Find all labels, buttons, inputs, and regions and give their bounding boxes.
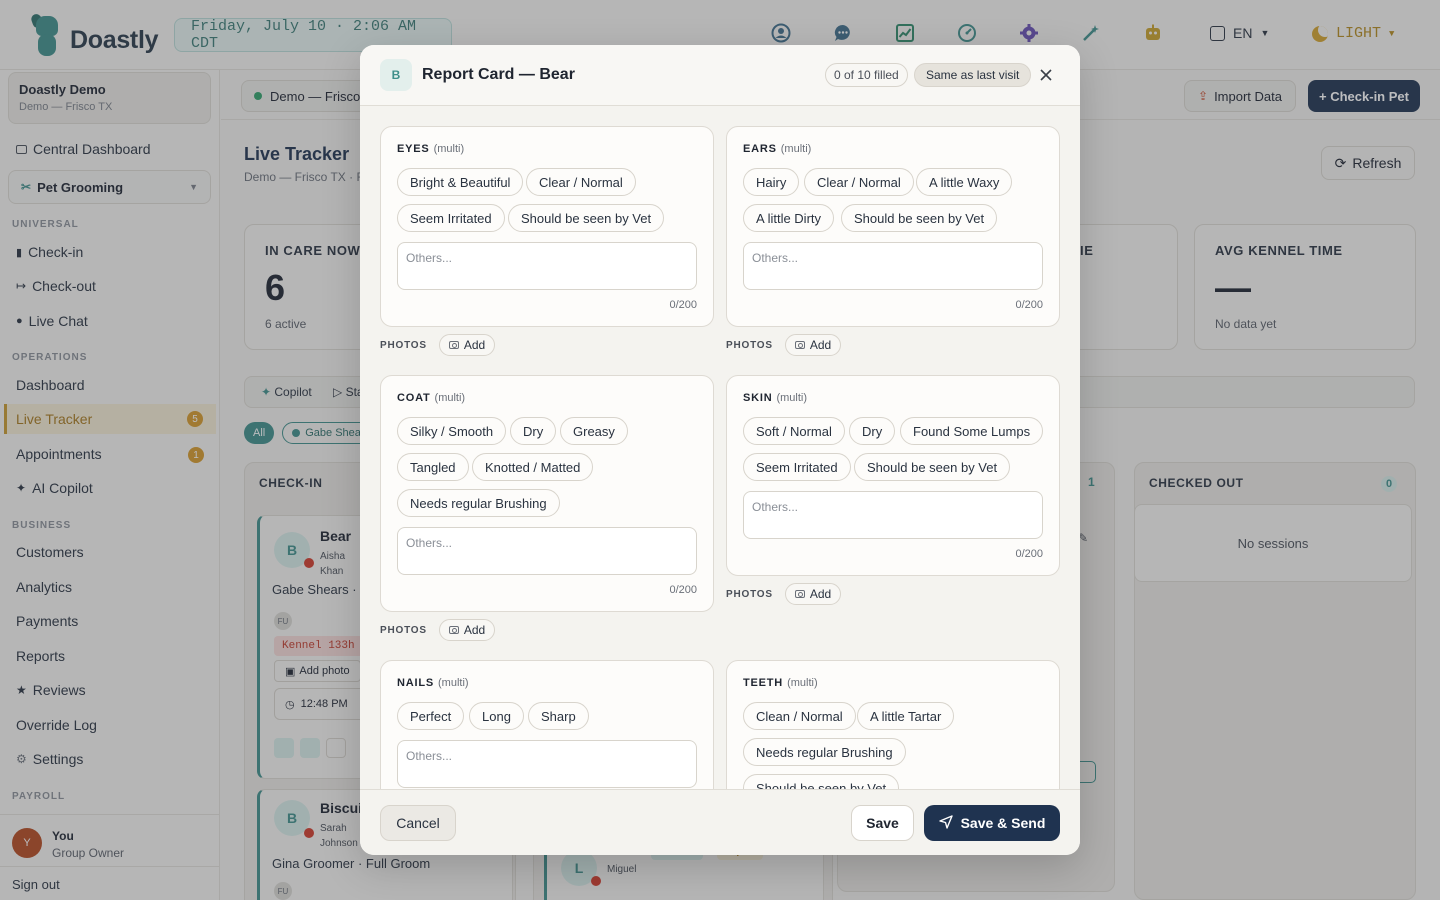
multi-hint: (multi) bbox=[433, 143, 465, 155]
modal-body[interactable]: EYES (multi) Bright & Beautiful Clear / N… bbox=[360, 106, 1080, 789]
char-count: 0/200 bbox=[1015, 299, 1043, 311]
option-seem-irritated[interactable]: Seem Irritated bbox=[397, 204, 505, 232]
option-clear-normal[interactable]: Clear / Normal bbox=[526, 168, 636, 196]
section-name: TEETH bbox=[743, 677, 784, 689]
option-perfect[interactable]: Perfect bbox=[397, 702, 465, 730]
save-button[interactable]: Save bbox=[851, 805, 914, 841]
option-long[interactable]: Long bbox=[469, 702, 524, 730]
multi-hint: (multi) bbox=[438, 677, 469, 689]
option-needs-regular-brushing[interactable]: Needs regular Brushing bbox=[743, 738, 906, 766]
option-tangled[interactable]: Tangled bbox=[397, 453, 469, 481]
send-icon bbox=[938, 814, 953, 832]
cancel-button[interactable]: Cancel bbox=[380, 805, 456, 841]
save-and-send-button[interactable]: Save & Send bbox=[924, 805, 1060, 841]
option-needs-regular-brushing[interactable]: Needs regular Brushing bbox=[397, 489, 560, 517]
photos-row: PHOTOS Add bbox=[380, 334, 496, 356]
section-skin: SKIN (multi) Soft / Normal Dry Found Some… bbox=[726, 375, 1060, 576]
section-title: NAILS (multi) bbox=[397, 677, 469, 689]
section-title: SKIN (multi) bbox=[743, 392, 807, 404]
add-label: Add bbox=[463, 338, 486, 352]
option-should-be-seen-by-vet[interactable]: Should be seen by Vet bbox=[743, 774, 900, 789]
option-hairy[interactable]: Hairy bbox=[743, 168, 800, 196]
add-photo-button[interactable]: Add bbox=[438, 619, 496, 641]
option-a-little-dirty[interactable]: A little Dirty bbox=[743, 204, 835, 232]
avatar: B bbox=[380, 59, 412, 91]
others-input[interactable] bbox=[397, 527, 697, 575]
section-name: EARS bbox=[743, 143, 777, 155]
section-name: COAT bbox=[397, 392, 431, 404]
modal-header: B Report Card — Bear 0 of 10 filled Same… bbox=[360, 45, 1080, 106]
modal-title: Report Card — Bear bbox=[422, 66, 575, 83]
option-a-little-tartar[interactable]: A little Tartar bbox=[857, 702, 955, 730]
camera-icon bbox=[794, 341, 805, 349]
modal-footer: Cancel Save Save & Send bbox=[360, 789, 1080, 855]
section-title: EARS (multi) bbox=[743, 143, 811, 155]
section-nails: NAILS (multi) Perfect Long Sharp bbox=[380, 660, 714, 789]
close-icon[interactable] bbox=[1036, 65, 1056, 85]
multi-hint: (multi) bbox=[780, 143, 812, 155]
section-name: EYES bbox=[397, 143, 430, 155]
section-title: COAT (multi) bbox=[397, 392, 465, 404]
option-should-be-seen-by-vet[interactable]: Should be seen by Vet bbox=[841, 204, 998, 232]
photos-label: PHOTOS bbox=[380, 339, 427, 351]
add-photo-button[interactable]: Add bbox=[784, 334, 842, 356]
option-greasy[interactable]: Greasy bbox=[560, 417, 628, 445]
section-eyes: EYES (multi) Bright & Beautiful Clear / N… bbox=[380, 126, 714, 327]
section-coat: COAT (multi) Silky / Smooth Dry Greasy Ta… bbox=[380, 375, 714, 612]
camera-icon bbox=[448, 626, 459, 634]
option-dry[interactable]: Dry bbox=[510, 417, 557, 445]
section-teeth: TEETH (multi) Clean / Normal A little Tar… bbox=[726, 660, 1060, 789]
option-dry[interactable]: Dry bbox=[849, 417, 896, 445]
same-as-last-visit-button[interactable]: Same as last visit bbox=[914, 63, 1032, 87]
option-clean-normal[interactable]: Clean / Normal bbox=[743, 702, 856, 730]
photos-label: PHOTOS bbox=[726, 588, 773, 600]
section-ears: EARS (multi) Hairy Clear / Normal A littl… bbox=[726, 126, 1060, 327]
add-label: Add bbox=[463, 623, 486, 637]
add-label: Add bbox=[809, 587, 832, 601]
option-sharp[interactable]: Sharp bbox=[528, 702, 589, 730]
section-name: SKIN bbox=[743, 392, 773, 404]
add-photo-button[interactable]: Add bbox=[438, 334, 496, 356]
section-name: NAILS bbox=[397, 677, 434, 689]
camera-icon bbox=[794, 590, 805, 598]
report-card-modal: B Report Card — Bear 0 of 10 filled Same… bbox=[360, 45, 1080, 855]
option-clear-normal[interactable]: Clear / Normal bbox=[804, 168, 914, 196]
char-count: 0/200 bbox=[669, 299, 697, 311]
char-count: 0/200 bbox=[669, 584, 697, 596]
others-input[interactable] bbox=[743, 491, 1043, 539]
photos-label: PHOTOS bbox=[726, 339, 773, 351]
option-should-be-seen-by-vet[interactable]: Should be seen by Vet bbox=[854, 453, 1011, 481]
photos-row: PHOTOS Add bbox=[380, 619, 496, 641]
option-knotted-matted[interactable]: Knotted / Matted bbox=[472, 453, 594, 481]
add-photo-button[interactable]: Add bbox=[784, 583, 842, 605]
section-title: EYES (multi) bbox=[397, 143, 464, 155]
others-input[interactable] bbox=[743, 242, 1043, 290]
multi-hint: (multi) bbox=[434, 392, 466, 404]
section-title: TEETH (multi) bbox=[743, 677, 818, 689]
camera-icon bbox=[448, 341, 459, 349]
multi-hint: (multi) bbox=[787, 677, 818, 689]
save-and-send-label: Save & Send bbox=[960, 815, 1046, 831]
option-bright-beautiful[interactable]: Bright & Beautiful bbox=[397, 168, 524, 196]
photos-row: PHOTOS Add bbox=[726, 583, 842, 605]
option-silky-smooth[interactable]: Silky / Smooth bbox=[397, 417, 507, 445]
others-input[interactable] bbox=[397, 740, 697, 788]
option-found-some-lumps[interactable]: Found Some Lumps bbox=[900, 417, 1044, 445]
option-seem-irritated[interactable]: Seem Irritated bbox=[743, 453, 851, 481]
photos-row: PHOTOS Add bbox=[726, 334, 842, 356]
photos-label: PHOTOS bbox=[380, 624, 427, 636]
filled-progress-badge: 0 of 10 filled bbox=[825, 63, 908, 87]
option-should-be-seen-by-vet[interactable]: Should be seen by Vet bbox=[508, 204, 665, 232]
option-soft-normal[interactable]: Soft / Normal bbox=[743, 417, 845, 445]
add-label: Add bbox=[809, 338, 832, 352]
multi-hint: (multi) bbox=[776, 392, 808, 404]
char-count: 0/200 bbox=[1015, 548, 1043, 560]
others-input[interactable] bbox=[397, 242, 697, 290]
option-a-little-waxy[interactable]: A little Waxy bbox=[916, 168, 1013, 196]
